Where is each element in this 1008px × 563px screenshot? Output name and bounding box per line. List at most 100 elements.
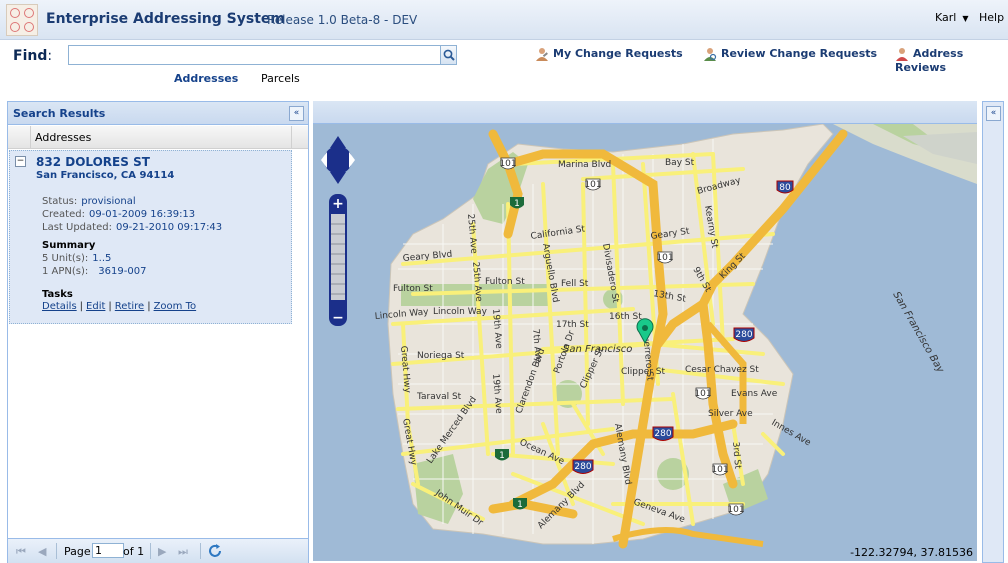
apns-value: 3619-007 — [98, 266, 147, 277]
svg-text:280: 280 — [735, 330, 752, 340]
column-header-addresses: Addresses — [35, 131, 92, 144]
release-label: Release 1.0 Beta-8 - DEV — [267, 13, 418, 27]
details-link[interactable]: Details — [42, 301, 77, 312]
collapse-toggle-icon[interactable]: − — [15, 156, 26, 167]
right-collapsed-panel: « — [982, 101, 1004, 563]
app-header: Enterprise Addressing System Release 1.0… — [0, 0, 1008, 40]
units-line: 5 Unit(s): 1..5 — [42, 253, 111, 264]
street-label: Cesar Chavez St — [685, 365, 759, 375]
street-label: Fulton St — [485, 277, 525, 287]
next-page-icon[interactable]: ▶ — [158, 545, 166, 558]
zoom-in-icon[interactable]: + — [332, 196, 344, 212]
review-change-requests-label: Review Change Requests — [721, 47, 878, 60]
svg-text:1: 1 — [514, 199, 520, 209]
user-name: Karl — [935, 11, 957, 24]
units-value: 1..5 — [92, 253, 112, 264]
result-row[interactable]: − 832 DOLORES ST San Francisco, CA 94114… — [9, 150, 292, 324]
find-colon: : — [47, 48, 53, 64]
status-line: Status: provisional — [42, 196, 136, 207]
my-change-requests-link[interactable]: My Change Requests — [535, 47, 683, 61]
interstate-80-shield: 80 — [776, 180, 794, 194]
first-page-icon[interactable]: ⏮ — [16, 545, 26, 559]
user-review-icon — [704, 48, 717, 61]
updated-label: Last Updated: — [42, 222, 112, 233]
find-label-text: Find — [13, 48, 48, 64]
updated-line: Last Updated: 09-21-2010 09:17:43 — [42, 222, 222, 233]
results-column-header[interactable]: Addresses — [8, 126, 308, 149]
result-address: 832 DOLORES ST — [36, 155, 150, 169]
svg-text:101: 101 — [727, 505, 744, 515]
apns-line: 1 APN(s): 3619-007 — [42, 266, 146, 277]
interstate-280-shield: 280 — [652, 426, 674, 441]
street-label: Taraval St — [416, 392, 462, 402]
svg-text:1: 1 — [499, 451, 505, 461]
search-icon — [443, 49, 455, 61]
prev-page-icon[interactable]: ◀ — [38, 545, 46, 558]
my-change-requests-label: My Change Requests — [553, 47, 683, 60]
street-label: 16th St — [609, 312, 642, 322]
last-page-icon[interactable]: ⏭ — [178, 545, 188, 559]
refresh-icon[interactable] — [207, 543, 223, 559]
expand-right-button[interactable]: « — [986, 106, 1001, 121]
zoom-slider-handle[interactable] — [329, 300, 347, 306]
task-links: Details | Edit | Retire | Zoom To — [42, 301, 197, 312]
double-chevron-left-icon: « — [990, 108, 997, 118]
svg-text:80: 80 — [779, 183, 791, 193]
user-edit-icon — [536, 48, 548, 61]
svg-text:101: 101 — [584, 180, 601, 190]
tab-parcels[interactable]: Parcels — [261, 72, 300, 85]
updated-value: 09-21-2010 09:17:43 — [115, 222, 223, 233]
svg-text:280: 280 — [654, 429, 671, 439]
street-label: Bay St — [665, 158, 695, 168]
user-menu[interactable]: Karl ▼ — [935, 11, 969, 24]
zoom-to-link[interactable]: Zoom To — [154, 301, 197, 312]
double-chevron-left-icon: « — [293, 108, 300, 118]
tab-addresses[interactable]: Addresses — [174, 72, 238, 85]
units-label: 5 Unit(s): — [42, 253, 89, 264]
chevron-down-icon: ▼ — [962, 14, 969, 23]
page-label: Page — [64, 545, 91, 558]
interstate-280-shield: 280 — [572, 459, 594, 474]
map-toolbar — [313, 101, 977, 124]
map-canvas[interactable]: 101 101 101 101 101 101 80 280 280 280 1… — [313, 124, 977, 561]
created-value: 09-01-2009 16:39:13 — [88, 209, 196, 220]
street-label: Fell St — [561, 279, 589, 289]
paging-toolbar: ⏮ ◀ Page of 1 ▶ ⏭ — [8, 538, 308, 563]
page-number-input[interactable] — [92, 543, 124, 558]
collapse-left-button[interactable]: « — [289, 106, 304, 121]
search-button[interactable] — [440, 45, 457, 65]
map-panel: 101 101 101 101 101 101 80 280 280 280 1… — [313, 101, 977, 561]
apns-label: 1 APN(s): — [42, 266, 89, 277]
review-change-requests-link[interactable]: Review Change Requests — [703, 47, 877, 61]
toolbar-separator — [56, 543, 57, 559]
created-line: Created: 09-01-2009 16:39:13 — [42, 209, 195, 220]
street-label: Silver Ave — [708, 409, 753, 419]
search-input[interactable] — [68, 45, 442, 65]
highway-101-shield: 101 — [656, 251, 674, 264]
svg-text:101: 101 — [711, 465, 728, 475]
app-title: Enterprise Addressing System — [46, 11, 285, 27]
svg-text:101: 101 — [656, 253, 673, 263]
highway-101-shield: 101 — [711, 463, 729, 476]
scroll-column — [291, 126, 292, 148]
result-city: San Francisco, CA 94114 — [36, 170, 175, 181]
street-label: 17th St — [556, 320, 589, 330]
street-label: Marina Blvd — [558, 160, 611, 170]
summary-label: Summary — [42, 240, 96, 251]
street-label: Fulton St — [393, 284, 433, 294]
zoom-control[interactable]: + − — [329, 194, 347, 326]
street-label: Clipper St — [621, 367, 666, 377]
edit-link[interactable]: Edit — [86, 301, 105, 312]
retire-link[interactable]: Retire — [115, 301, 144, 312]
svg-text:1: 1 — [517, 500, 523, 510]
zoom-out-icon[interactable]: − — [332, 310, 344, 326]
street-map[interactable]: 101 101 101 101 101 101 80 280 280 280 1… — [313, 124, 977, 561]
city-label: San Francisco — [563, 344, 632, 355]
help-link[interactable]: Help — [979, 11, 1004, 24]
app-logo-icon — [6, 4, 38, 36]
street-label: Evans Ave — [731, 389, 778, 399]
street-label: Lincoln Way — [433, 307, 488, 317]
coordinate-readout: -122.32794, 37.81536 — [850, 546, 973, 559]
address-reviews-link[interactable]: Address Reviews — [895, 47, 1008, 74]
street-label: Noriega St — [417, 351, 465, 361]
